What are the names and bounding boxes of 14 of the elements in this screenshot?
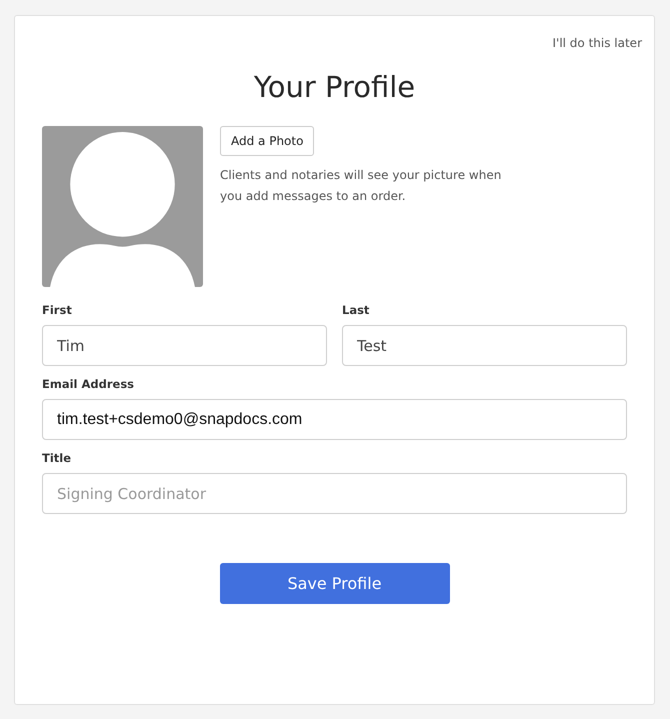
- email-field[interactable]: tim.test+csdemo0@snapdocs.com: [42, 399, 627, 440]
- avatar-icon: [42, 126, 203, 287]
- field-label: Last: [342, 303, 370, 317]
- photo-help-text: Clients and notaries will see your picture when you add messages to an order.: [220, 167, 502, 205]
- page-title: Your Profile: [252, 70, 416, 104]
- field-label: Title: [42, 451, 72, 465]
- field-label: First: [42, 303, 73, 317]
- input-field[interactable]: Tim: [42, 325, 327, 366]
- input-field[interactable]: Test: [342, 325, 627, 366]
- skip-link[interactable]: I'll do this later: [552, 36, 642, 50]
- input-field[interactable]: Signing Coordinator: [42, 473, 627, 514]
- field-label: Email Address: [42, 377, 136, 391]
- save-profile-button[interactable]: Save Profile: [220, 563, 450, 604]
- add-photo-button[interactable]: Add a Photo: [220, 126, 314, 156]
